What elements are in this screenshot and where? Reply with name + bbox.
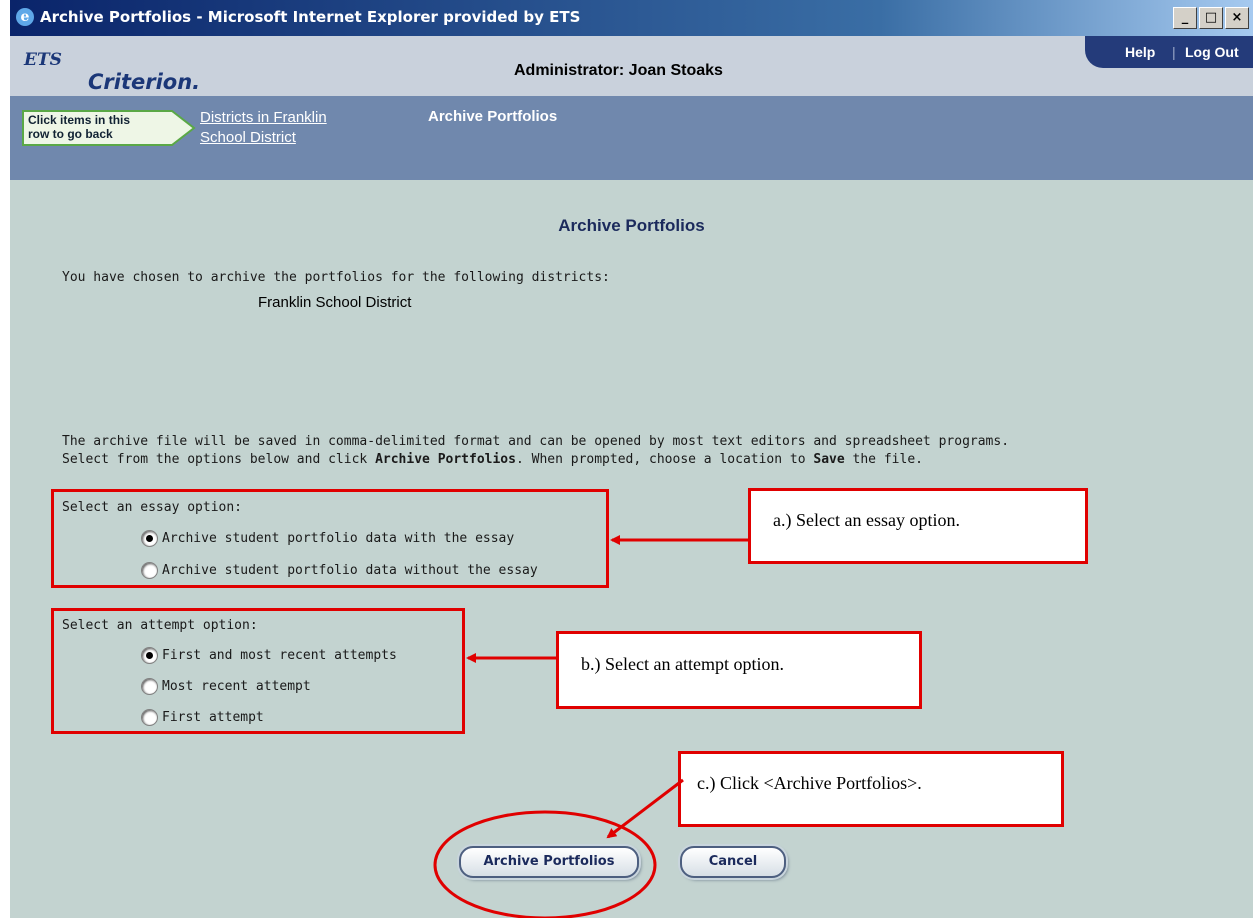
breadcrumb-current: Archive Portfolios [428, 108, 558, 125]
internet-explorer-icon: e [16, 8, 34, 26]
browser-window: e Archive Portfolios - Microsoft Interne… [10, 0, 1253, 918]
page-title: Archive Portfolios [558, 216, 705, 235]
criterion-logo: Criterion. [88, 70, 201, 94]
header-separator: | [1172, 44, 1176, 60]
administrator-name: Administrator: Joan Stoaks [514, 62, 723, 79]
breadcrumb-districts-link[interactable]: Districts in Franklin School District [200, 108, 327, 148]
district-name: Franklin School District [258, 294, 412, 311]
close-button[interactable]: × [1225, 7, 1249, 29]
ets-logo: ETS [24, 50, 62, 70]
attempt-option-highlight [51, 608, 465, 734]
cancel-button[interactable]: Cancel [680, 846, 786, 878]
app-header: ETS Criterion. Administrator: Joan Stoak… [10, 36, 1253, 96]
title-bar: e Archive Portfolios - Microsoft Interne… [10, 0, 1253, 36]
intro-text: You have chosen to archive the portfolio… [62, 270, 610, 285]
archive-portfolios-button[interactable]: Archive Portfolios [459, 846, 639, 878]
info-line-1: The archive file will be saved in comma-… [62, 434, 1010, 449]
minimize-button[interactable]: _ [1173, 7, 1197, 29]
callout-b: b.) Select an attempt option. [556, 631, 922, 709]
callout-a: a.) Select an essay option. [748, 488, 1088, 564]
window-title: Archive Portfolios - Microsoft Internet … [40, 8, 581, 26]
go-back-hint-text: Click items in this row to go back [28, 113, 131, 141]
info-line-2: Select from the options below and click … [62, 452, 923, 467]
callout-c: c.) Click <Archive Portfolios>. [678, 751, 1064, 827]
logout-link[interactable]: Log Out [1185, 44, 1239, 60]
help-link[interactable]: Help [1125, 44, 1155, 60]
help-bar: Help | Log Out [1085, 36, 1253, 68]
maximize-button[interactable]: □ [1199, 7, 1223, 29]
window-controls: _ □ × [1173, 7, 1249, 29]
essay-option-highlight [51, 489, 609, 588]
go-back-hint-badge: Click items in this row to go back [22, 110, 196, 146]
breadcrumb: Click items in this row to go back Distr… [10, 96, 1253, 180]
